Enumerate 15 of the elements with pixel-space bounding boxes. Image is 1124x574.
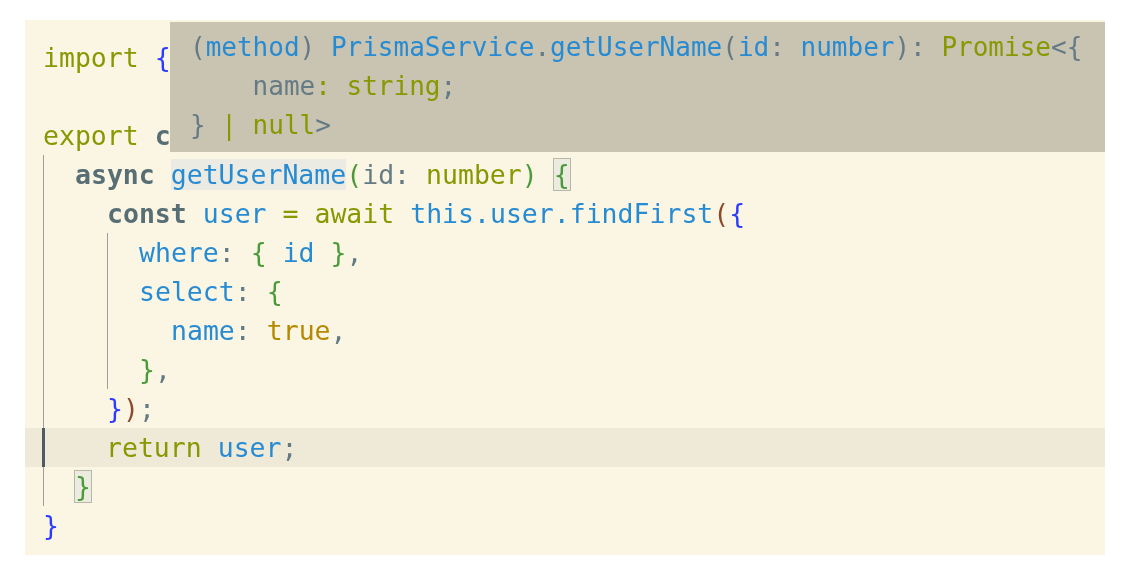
code-line: name: true, bbox=[171, 314, 347, 348]
tooltip-line: name: string; bbox=[252, 70, 457, 103]
code-line: return user; bbox=[106, 431, 298, 465]
code-line: select: { bbox=[139, 275, 283, 309]
code-editor[interactable] bbox=[25, 20, 1105, 555]
code-line: where: { id }, bbox=[139, 236, 363, 270]
code-line: }, bbox=[139, 353, 171, 387]
code-line: async getUserName(id: number) { bbox=[75, 158, 570, 192]
tooltip-line: } | null> bbox=[190, 109, 331, 143]
code-line: } bbox=[43, 509, 59, 543]
code-line: import { bbox=[43, 41, 171, 75]
code-line: }); bbox=[107, 392, 155, 426]
code-line: const user = await this.user.findFirst({ bbox=[107, 197, 746, 231]
tooltip-line: (method) PrismaService.getUserName(id: number): Promise<{ bbox=[190, 31, 1083, 64]
code-line: export c bbox=[43, 119, 171, 153]
